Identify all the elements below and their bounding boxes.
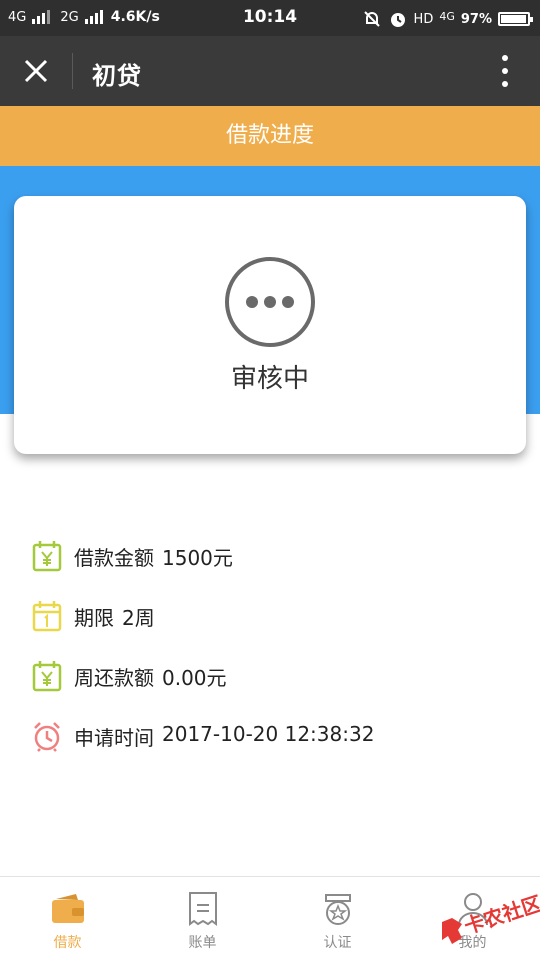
watermark: 卡农社区 xyxy=(434,891,540,952)
detail-apply-time: 申请时间 2017-10-20 12:38:32 xyxy=(32,720,374,752)
detail-text: 借款金额 1500元 xyxy=(74,542,233,571)
nav-label: 认证 xyxy=(323,935,352,951)
detail-loan-amount: 借款金额 1500元 xyxy=(32,540,233,572)
detail-value: 2017-10-20 12:38:32 xyxy=(162,721,375,746)
review-status: 审核中 xyxy=(230,364,309,394)
battery-fill xyxy=(501,15,526,23)
detail-label: 申请时间 xyxy=(74,725,154,750)
app-bar: 初贷 xyxy=(0,36,540,106)
status-bar-right: HD 4G 97% xyxy=(362,9,533,29)
battery-icon xyxy=(498,12,533,26)
badge-icon xyxy=(324,894,351,925)
bill-icon xyxy=(188,892,217,926)
close-icon[interactable] xyxy=(18,53,54,89)
mute-bell-icon xyxy=(363,11,380,27)
detail-value: 2周 xyxy=(122,605,155,630)
detail-term: 期限 2周 xyxy=(32,600,155,632)
detail-value: 0.00元 xyxy=(162,665,227,690)
alarm-icon xyxy=(390,13,405,27)
detail-weekly-payment: 周还款额 0.00元 xyxy=(32,660,227,692)
page-title: 初贷 xyxy=(92,62,142,90)
detail-text: 期限 2周 xyxy=(74,602,155,631)
battery-percent: 97% xyxy=(460,11,492,27)
detail-label: 期限 xyxy=(74,605,114,630)
detail-label: 周还款额 xyxy=(74,665,154,690)
hd-label: HD xyxy=(413,11,434,27)
wallet-icon xyxy=(51,894,84,923)
calendar-yen-icon xyxy=(32,541,62,572)
more-menu-icon[interactable] xyxy=(490,52,520,90)
nav-verify[interactable]: 认证 xyxy=(270,877,405,960)
alarm-clock-icon xyxy=(34,722,60,752)
calendar-icon xyxy=(32,601,62,632)
progress-header: 借款进度 xyxy=(0,106,540,166)
detail-text: 周还款额 0.00元 xyxy=(74,662,227,691)
nav-loan[interactable]: 借款 xyxy=(0,877,135,960)
detail-label: 借款金额 xyxy=(74,545,154,570)
detail-value: 1500元 xyxy=(162,545,233,570)
pending-icon xyxy=(225,257,315,347)
nav-label: 借款 xyxy=(53,935,82,951)
nav-label: 账单 xyxy=(188,935,217,951)
status-bar: 4G 2G 4.6K/s 10:14 HD 4G 97% xyxy=(0,0,540,36)
calendar-yen-icon xyxy=(32,661,62,692)
detail-text: 申请时间 2017-10-20 12:38:32 xyxy=(74,722,374,751)
nav-bill[interactable]: 账单 xyxy=(135,877,270,960)
app-bar-divider xyxy=(72,53,73,89)
status-card: 审核中 xyxy=(14,196,526,454)
lte-label: 4G xyxy=(439,9,455,23)
